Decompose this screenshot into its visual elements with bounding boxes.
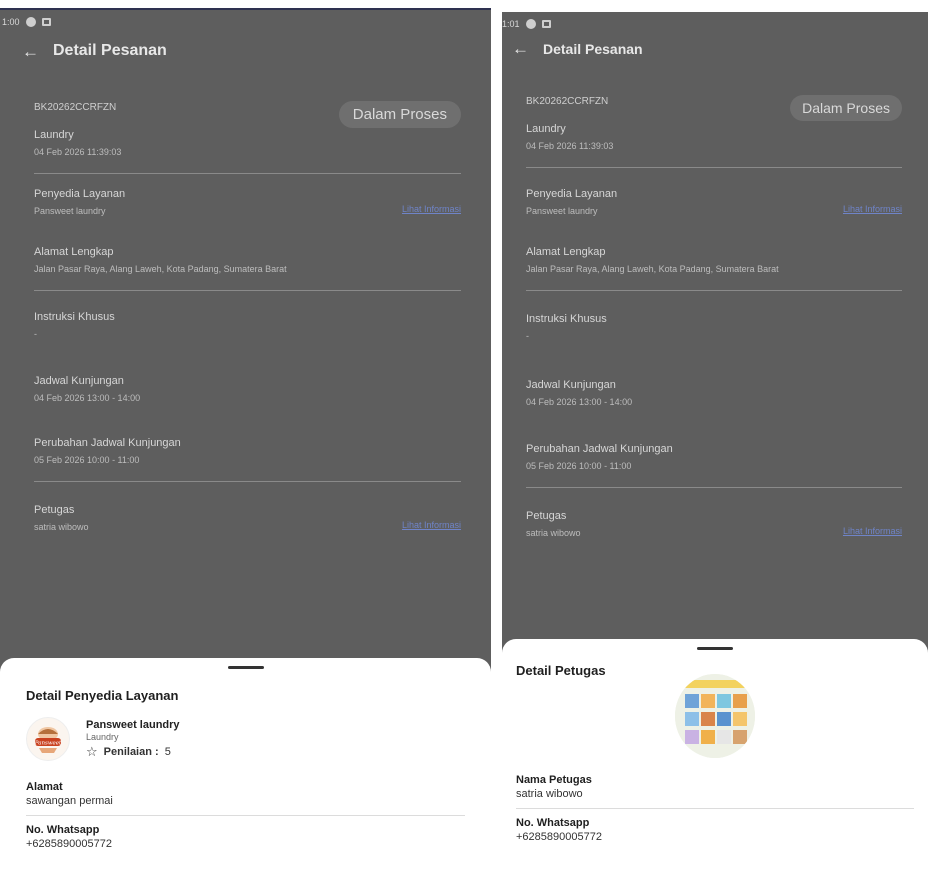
address-value: Jalan Pasar Raya, Alang Laweh, Kota Pada… <box>34 264 287 274</box>
whatsapp-field: No. Whatsapp +6285890005772 <box>26 816 465 858</box>
reschedule-label: Perubahan Jadwal Kunjungan <box>34 437 181 449</box>
provider-category: Laundry <box>86 731 119 742</box>
provider-detail-sheet: Detail Penyedia Layanan Pansweet Panswee… <box>0 658 491 866</box>
staff-name-value: satria wibowo <box>516 788 583 800</box>
page-title: Detail Pesanan <box>53 42 167 59</box>
rating-label: Penilaian : <box>103 745 159 758</box>
status-time: 1:01 <box>502 19 520 29</box>
reschedule-section: Perubahan Jadwal Kunjungan 05 Feb 2026 1… <box>526 443 902 488</box>
drag-handle[interactable] <box>697 647 733 650</box>
instructions-section: Instruksi Khusus - <box>526 313 902 357</box>
schedule-label: Jadwal Kunjungan <box>34 375 124 387</box>
instructions-value: - <box>34 329 37 339</box>
address-section: Alamat Lengkap Jalan Pasar Raya, Alang L… <box>526 246 902 291</box>
service-type: Laundry <box>34 129 74 141</box>
staff-label: Petugas <box>526 510 567 522</box>
provider-info-link[interactable]: Lihat Informasi <box>843 204 902 214</box>
schedule-value: 04 Feb 2026 13:00 - 14:00 <box>526 397 633 407</box>
order-datetime: 04 Feb 2026 11:39:03 <box>526 141 614 151</box>
schedule-label: Jadwal Kunjungan <box>526 379 616 391</box>
status-bar: 1:01 <box>502 16 551 32</box>
staff-name-label: Nama Petugas <box>516 774 592 786</box>
staff-photo <box>675 674 755 758</box>
phone-screen-right: 1:01 ← Detail Pesanan BK20262CCRFZN Dala… <box>502 12 928 866</box>
address-label: Alamat Lengkap <box>526 246 606 258</box>
app-notification-icon <box>25 17 36 27</box>
order-datetime: 04 Feb 2026 11:39:03 <box>34 147 122 157</box>
status-bar: 1:00 <box>2 14 51 30</box>
address-section: Alamat Lengkap Jalan Pasar Raya, Alang L… <box>34 246 461 291</box>
star-outline-icon: ☆ <box>86 743 98 759</box>
whatsapp-field-value[interactable]: +6285890005772 <box>26 838 465 850</box>
app-bar: ← Detail Pesanan <box>512 40 643 57</box>
notification-icon <box>41 18 51 26</box>
address-field-value: sawangan permai <box>26 795 113 807</box>
provider-section: Penyedia Layanan Pansweet laundry Lihat … <box>34 188 461 232</box>
staff-info-link[interactable]: Lihat Informasi <box>843 526 902 536</box>
notification-icon <box>541 20 551 28</box>
provider-label: Penyedia Layanan <box>526 188 618 200</box>
schedule-section: Jadwal Kunjungan 04 Feb 2026 13:00 - 14:… <box>526 379 902 423</box>
status-badge: Dalam Proses <box>790 95 902 121</box>
reschedule-section: Perubahan Jadwal Kunjungan 05 Feb 2026 1… <box>34 437 461 482</box>
page-title: Detail Pesanan <box>543 40 643 57</box>
provider-logo: Pansweet <box>26 717 70 761</box>
order-summary: BK20262CCRFZN Dalam Proses Laundry 04 Fe… <box>34 101 461 174</box>
staff-detail-sheet: Detail Petugas Nama Petugas satria wibow… <box>502 639 928 866</box>
reschedule-label: Perubahan Jadwal Kunjungan <box>526 443 673 455</box>
rating-value: 5 <box>164 745 171 758</box>
phone-screen-left: 1:00 ← Detail Pesanan BK20262CCRFZN Dala… <box>0 8 491 866</box>
reschedule-value: 05 Feb 2026 10:00 - 11:00 <box>526 461 632 471</box>
reschedule-value: 05 Feb 2026 10:00 - 11:00 <box>34 455 140 465</box>
provider-info: Pansweet laundry Laundry ☆ Penilaian : 5 <box>86 719 180 760</box>
instructions-value: - <box>526 331 529 341</box>
status-time: 1:00 <box>2 17 20 27</box>
schedule-value: 04 Feb 2026 13:00 - 14:00 <box>34 393 141 403</box>
status-badge: Dalam Proses <box>338 101 461 128</box>
order-detail-content: BK20262CCRFZN Dalam Proses Laundry 04 Fe… <box>526 95 902 568</box>
drag-handle[interactable] <box>227 666 264 669</box>
app-bar: ← Detail Pesanan <box>22 42 167 60</box>
whatsapp-field-value[interactable]: +6285890005772 <box>516 831 914 843</box>
order-summary: BK20262CCRFZN Dalam Proses Laundry 04 Fe… <box>526 95 902 168</box>
sheet-title: Detail Penyedia Layanan <box>26 688 179 703</box>
whatsapp-field: No. Whatsapp +6285890005772 <box>516 809 914 851</box>
address-value: Jalan Pasar Raya, Alang Laweh, Kota Pada… <box>526 264 779 274</box>
staff-photo-image <box>675 674 755 758</box>
staff-label: Petugas <box>34 504 75 516</box>
provider-value: Pansweet laundry <box>34 206 106 216</box>
order-detail-content: BK20262CCRFZN Dalam Proses Laundry 04 Fe… <box>34 94 461 562</box>
whatsapp-field-label: No. Whatsapp <box>26 824 100 836</box>
staff-section: Petugas satria wibowo Lihat Informasi <box>526 510 902 554</box>
schedule-section: Jadwal Kunjungan 04 Feb 2026 13:00 - 14:… <box>34 375 461 419</box>
provider-section: Penyedia Layanan Pansweet laundry Lihat … <box>526 188 902 232</box>
provider-info-link[interactable]: Lihat Informasi <box>402 204 461 214</box>
staff-section: Petugas satria wibowo Lihat Informasi <box>34 504 461 548</box>
whatsapp-field-label: No. Whatsapp <box>516 817 590 829</box>
provider-label: Penyedia Layanan <box>34 188 126 200</box>
staff-name-field: Nama Petugas satria wibowo <box>516 766 914 809</box>
address-field-label: Alamat <box>26 781 63 793</box>
address-field: Alamat sawangan permai <box>26 773 465 816</box>
instructions-section: Instruksi Khusus - <box>34 311 461 355</box>
provider-card: Pansweet Pansweet laundry Laundry ☆ Peni… <box>26 717 465 761</box>
staff-info-link[interactable]: Lihat Informasi <box>402 520 461 530</box>
service-type: Laundry <box>526 123 566 135</box>
provider-rating: ☆ Penilaian : 5 <box>86 744 180 760</box>
arrow-left-icon[interactable]: ← <box>512 40 529 57</box>
instructions-label: Instruksi Khusus <box>34 311 115 323</box>
app-notification-icon <box>525 19 536 29</box>
staff-value: satria wibowo <box>34 522 89 532</box>
svg-text:Pansweet: Pansweet <box>34 741 62 747</box>
arrow-left-icon[interactable]: ← <box>22 43 39 60</box>
provider-name: Pansweet laundry <box>86 718 180 731</box>
instructions-label: Instruksi Khusus <box>526 313 607 325</box>
pansweet-logo-icon: Pansweet <box>34 727 62 753</box>
address-label: Alamat Lengkap <box>34 246 114 258</box>
